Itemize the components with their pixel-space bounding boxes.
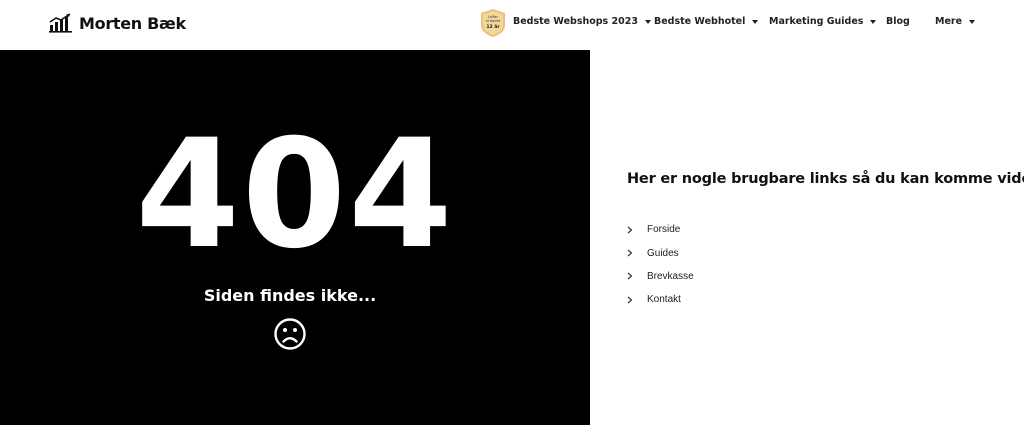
link-guides[interactable]: Guides <box>627 241 694 264</box>
useful-links-list: Forside Guides Brevkasse Kontakt <box>627 218 694 312</box>
nav-item-marketing-guides[interactable]: Marketing Guides <box>769 16 877 27</box>
link-label: Kontakt <box>647 294 681 306</box>
chevron-right-icon <box>627 273 633 280</box>
caret-down-icon <box>752 20 759 24</box>
nav-item-mere[interactable]: Mere <box>935 16 976 27</box>
chevron-right-icon <box>627 249 633 257</box>
nav-label: Bedste Webshops 2023 <box>513 16 638 27</box>
nav-label: Mere <box>935 16 963 27</box>
error-panel: 404 Siden findes ikke... <box>0 50 590 425</box>
nav-item-bedste-webhotel[interactable]: Bedste Webhotel <box>654 16 759 27</box>
chevron-right-icon <box>627 226 633 234</box>
nav-label: Marketing Guides <box>769 16 864 27</box>
sad-face-icon <box>274 318 306 350</box>
link-label: Brevkasse <box>647 270 694 282</box>
link-label: Guides <box>647 247 679 259</box>
links-heading: Her er nogle brugbare links så du kan ko… <box>627 171 1024 187</box>
nav-item-blog[interactable]: Blog <box>886 16 910 27</box>
error-code: 404 <box>135 108 455 282</box>
link-forside[interactable]: Forside <box>627 218 694 241</box>
nav-label: Bedste Webhotel <box>654 16 746 27</box>
site-header: Morten Bæk Leffler er blevet 12 år Bedst… <box>0 0 1024 50</box>
caret-down-icon <box>644 20 651 24</box>
caret-down-icon <box>870 20 877 24</box>
error-message: Siden findes ikke... <box>203 286 377 305</box>
link-kontakt[interactable]: Kontakt <box>627 288 694 311</box>
main-nav: Bedste Webshops 2023 Bedste Webhotel Mar… <box>0 0 1024 48</box>
chevron-right-icon <box>627 296 633 304</box>
link-label: Forside <box>647 224 681 236</box>
caret-down-icon <box>969 20 976 24</box>
nav-item-bedste-webshops[interactable]: Bedste Webshops 2023 <box>513 16 651 27</box>
nav-label: Blog <box>886 16 910 27</box>
link-brevkasse[interactable]: Brevkasse <box>627 265 694 288</box>
